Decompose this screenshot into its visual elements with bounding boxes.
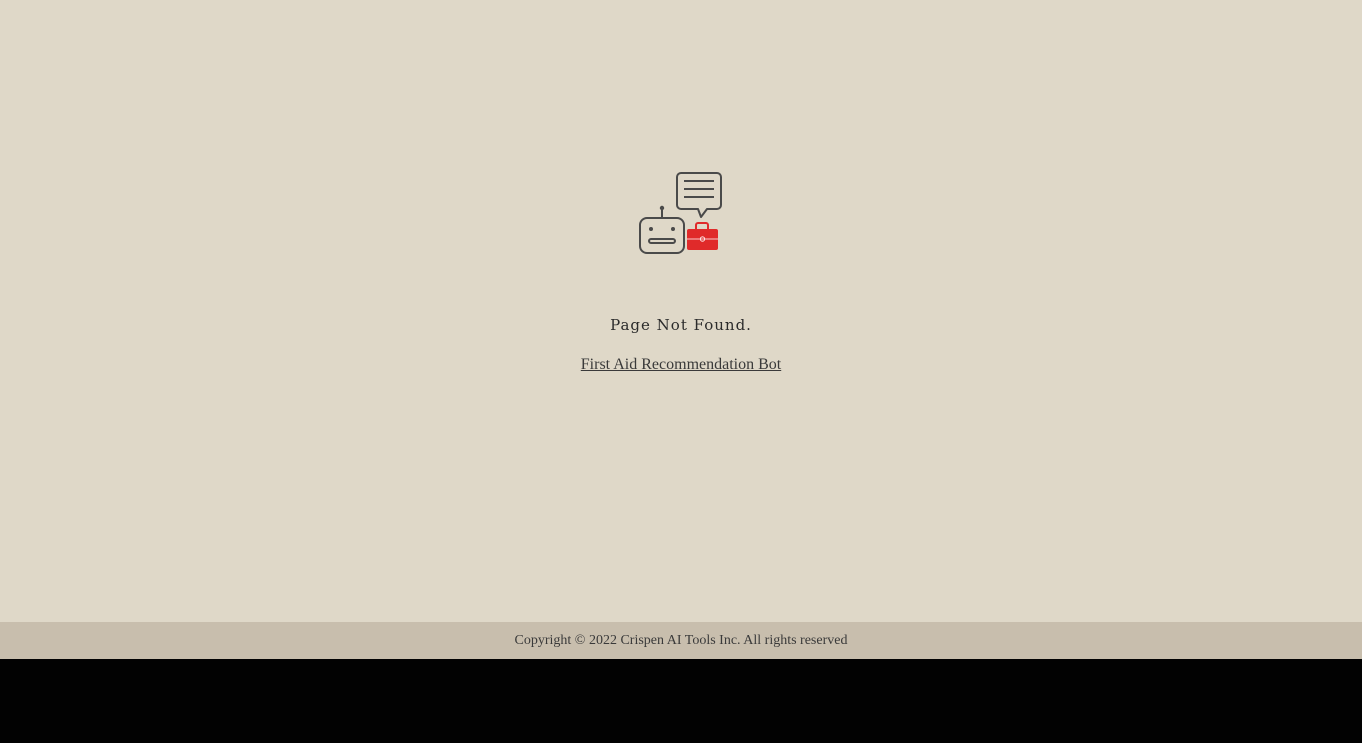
- copyright-text: Copyright © 2022 Crispen AI Tools Inc. A…: [514, 632, 848, 648]
- page-title: Page Not Found.: [610, 316, 752, 334]
- robot-logo-icon: [634, 168, 726, 260]
- home-link-container: First Aid Recommendation Bot: [0, 356, 1362, 374]
- first-aid-kit-icon: [687, 222, 718, 250]
- robot-head-icon: [639, 205, 685, 254]
- bottom-bar: [0, 659, 1362, 743]
- speech-bubble-icon: [676, 172, 722, 218]
- home-link[interactable]: First Aid Recommendation Bot: [581, 356, 781, 373]
- footer: Copyright © 2022 Crispen AI Tools Inc. A…: [0, 622, 1362, 659]
- page-body: Page Not Found. First Aid Recommendation…: [0, 0, 1362, 622]
